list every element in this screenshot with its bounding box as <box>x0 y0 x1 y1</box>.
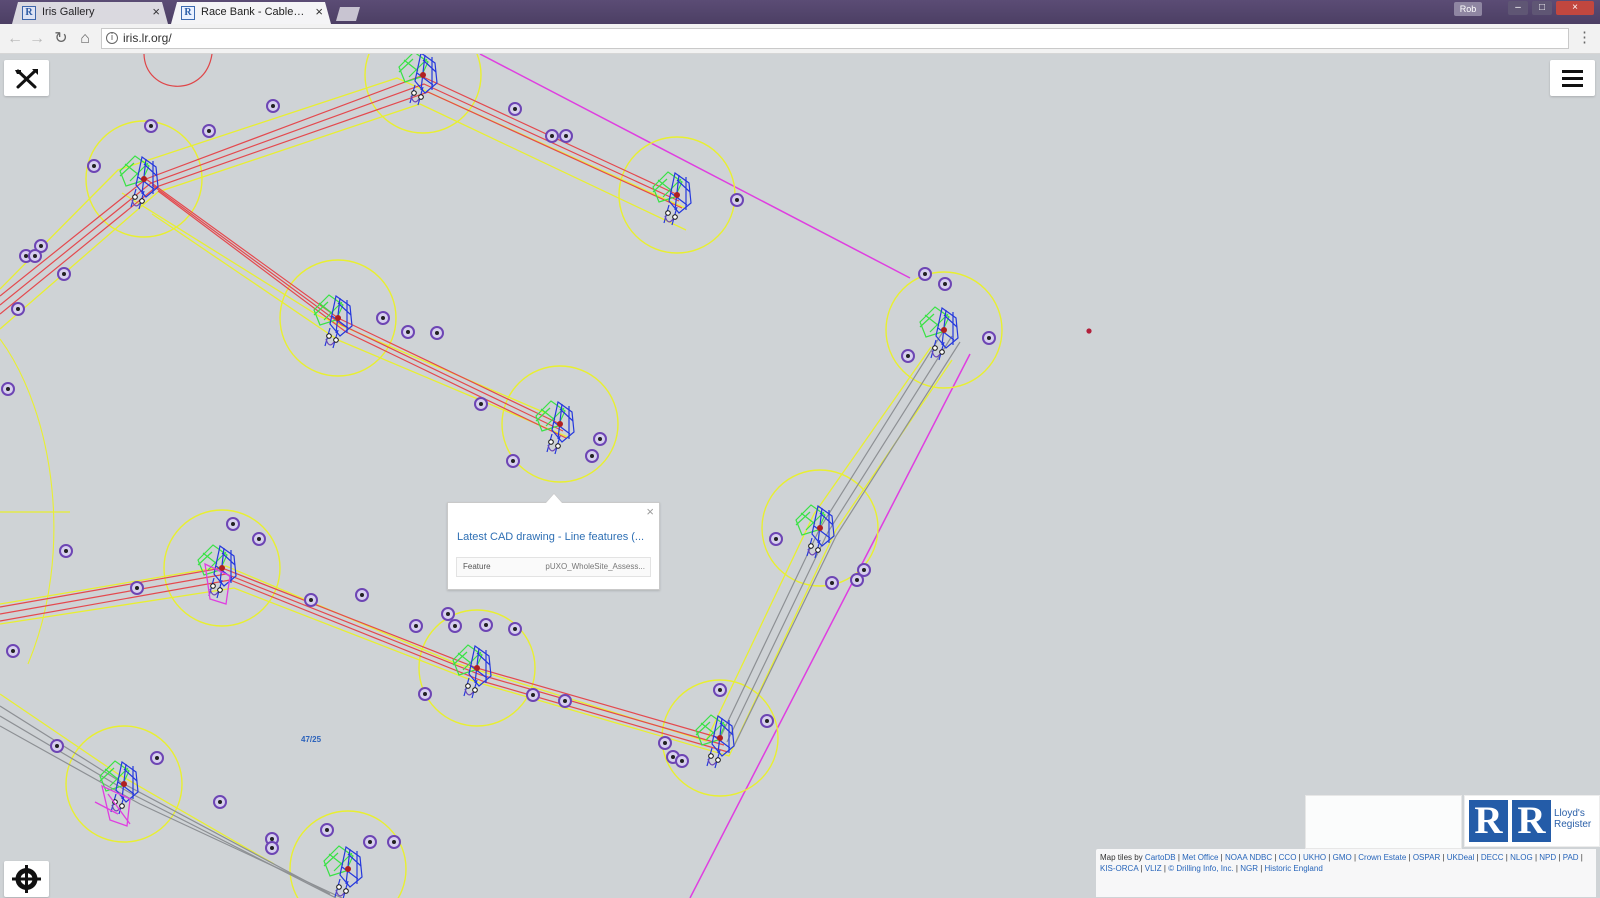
window-controls: – □ × <box>1508 1 1594 15</box>
lloyds-register-logo: R R Lloyd's Register <box>1464 795 1600 847</box>
map-attribution: Map tiles by CartoDB | Met Office | NOAA… <box>1096 849 1596 897</box>
attribution-link[interactable]: DECC <box>1481 853 1504 862</box>
info-icon[interactable]: i <box>106 32 118 44</box>
back-icon[interactable]: ← <box>4 28 26 50</box>
attribution-link[interactable]: CCO <box>1279 853 1297 862</box>
attribution-link[interactable]: NOAA NDBC <box>1225 853 1272 862</box>
attribution-link[interactable]: CartoDB <box>1145 853 1176 862</box>
feature-attributes-table: Feature pUXO_WholeSite_Assess... <box>456 557 651 577</box>
tools-icon <box>15 69 38 89</box>
hamburger-menu-icon <box>1562 70 1583 87</box>
attribution-link[interactable]: NPD <box>1539 853 1556 862</box>
yellow-exclusion-zones <box>0 54 1003 898</box>
attribution-link[interactable]: KIS-ORCA <box>1100 864 1138 873</box>
lr-logo-mark: R <box>1469 800 1508 842</box>
attribution-links: CartoDB | Met Office | NOAA NDBC | CCO |… <box>1100 853 1583 873</box>
crosshair-icon <box>12 865 41 893</box>
address-bar[interactable]: i iris.lr.org/ <box>101 28 1569 49</box>
attribution-link[interactable]: © Drilling Info, Inc. <box>1168 864 1233 873</box>
map-menu-button[interactable] <box>1550 60 1595 96</box>
attribution-link[interactable]: NLOG <box>1510 853 1533 862</box>
browser-menu-icon[interactable]: ⋮ <box>1577 27 1592 49</box>
close-tab-icon[interactable]: × <box>152 2 160 22</box>
tab-race-bank-cable-install[interactable]: R Race Bank - Cable Install × <box>171 2 331 24</box>
lr-logo-mark: R <box>1512 800 1551 842</box>
drawing-tools-button[interactable] <box>4 60 49 96</box>
tab-label: Iris Gallery <box>42 6 95 18</box>
close-icon[interactable]: × <box>646 505 654 518</box>
attribution-link[interactable]: Crown Estate <box>1358 853 1406 862</box>
attribution-link[interactable]: Historic England <box>1265 864 1323 873</box>
cable-route-grey-lines <box>0 329 961 898</box>
close-window-button[interactable]: × <box>1556 1 1594 15</box>
new-tab-button[interactable] <box>336 7 360 21</box>
lr-favicon-icon: R <box>181 6 195 20</box>
map-grid-label: 47/25 <box>301 735 322 744</box>
attribution-link[interactable]: UKDeal <box>1447 853 1475 862</box>
feature-key-label: Feature <box>463 562 491 571</box>
lloyds-register-label: Lloyd's Register <box>1554 808 1592 830</box>
cable-route-red-lines <box>0 75 729 753</box>
reload-icon[interactable]: ↻ <box>50 28 72 50</box>
attribution-prefix: Map tiles by <box>1100 853 1143 862</box>
minimize-button[interactable]: – <box>1508 1 1528 15</box>
purple-survey-markers <box>1 99 996 855</box>
feature-value-label: pUXO_WholeSite_Assess... <box>545 562 645 571</box>
forward-icon[interactable]: → <box>26 28 48 50</box>
lr-favicon-icon: R <box>22 6 36 20</box>
attribution-link[interactable]: NGR <box>1240 864 1258 873</box>
cable-installation-map[interactable] <box>0 54 1600 898</box>
attribution-link[interactable]: VLIZ <box>1145 864 1162 873</box>
blank-logo-panel <box>1305 795 1462 849</box>
profile-badge[interactable]: Rob <box>1454 2 1482 16</box>
tab-label: Race Bank - Cable Install <box>201 6 326 18</box>
address-text: iris.lr.org/ <box>123 31 172 45</box>
feature-info-popup: × Latest CAD drawing - Line features (..… <box>447 502 660 590</box>
restore-button[interactable]: □ <box>1532 1 1552 15</box>
attribution-link[interactable]: OSPAR <box>1413 853 1440 862</box>
attribution-link[interactable]: UKHO <box>1303 853 1326 862</box>
attribution-link[interactable]: Met Office <box>1182 853 1218 862</box>
map-canvas[interactable]: × Latest CAD drawing - Line features (..… <box>0 54 1600 898</box>
browser-toolbar: ← → ↻ ⌂ i iris.lr.org/ ⋮ <box>0 24 1600 54</box>
attribution-link[interactable]: PAD <box>1563 853 1579 862</box>
attribution-separator: | <box>1578 853 1583 862</box>
attribution-link[interactable]: GMO <box>1333 853 1352 862</box>
browser-window: R Iris Gallery × R Race Bank - Cable Ins… <box>0 0 1600 898</box>
locate-button[interactable] <box>4 861 49 897</box>
home-icon[interactable]: ⌂ <box>74 28 96 50</box>
turbine-foundation-symbols <box>94 54 959 898</box>
tab-iris-gallery[interactable]: R Iris Gallery × <box>12 2 168 24</box>
close-tab-icon[interactable]: × <box>315 2 323 22</box>
tab-bar: R Iris Gallery × R Race Bank - Cable Ins… <box>0 0 1600 24</box>
feature-layer-link[interactable]: Latest CAD drawing - Line features (... <box>457 530 645 544</box>
